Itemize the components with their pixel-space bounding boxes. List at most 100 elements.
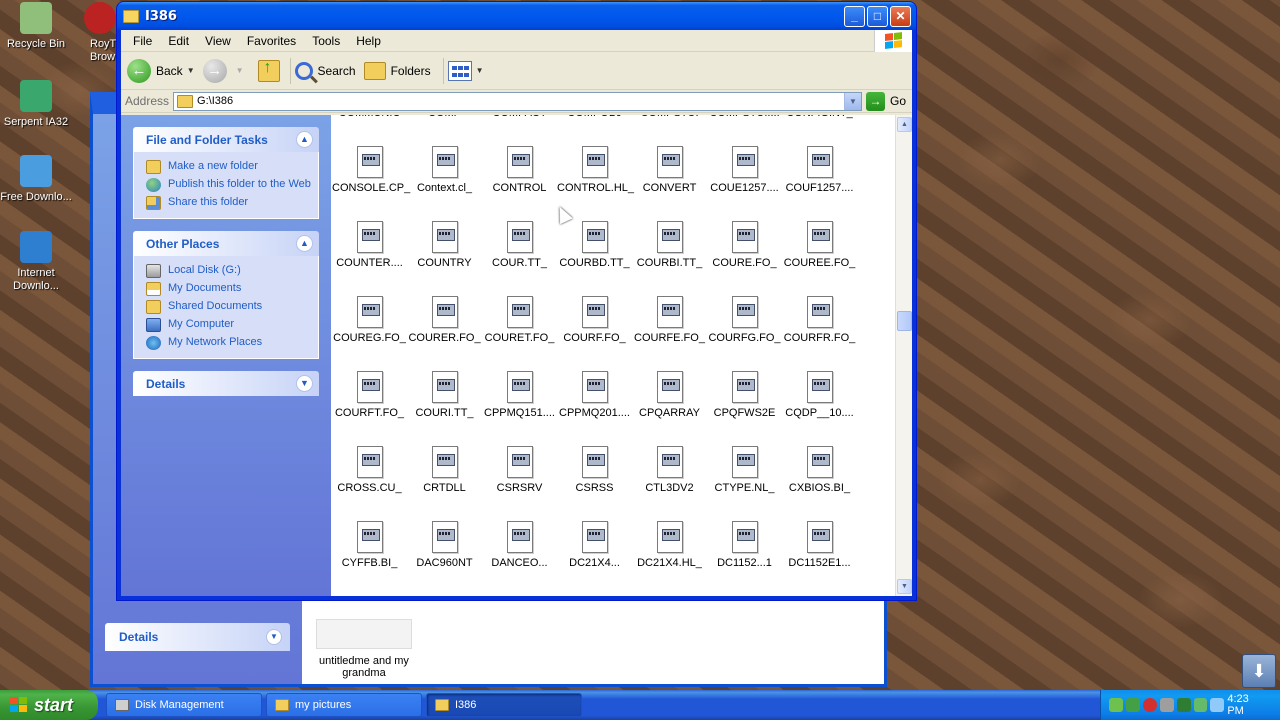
scroll-thumb[interactable] bbox=[897, 311, 912, 331]
scroll-down-button[interactable]: ▼ bbox=[897, 579, 912, 594]
file-item[interactable]: CXBIOS.BI_ bbox=[782, 436, 857, 511]
file-item[interactable]: CPQFWS2E bbox=[707, 361, 782, 436]
security-tray-icon[interactable] bbox=[1142, 698, 1157, 712]
file-item[interactable]: CPPMQ151.... bbox=[482, 361, 557, 436]
publish-folder-link[interactable]: Publish this folder to the Web bbox=[146, 178, 312, 192]
minimize-button[interactable]: _ bbox=[844, 6, 865, 27]
chevron-down-icon[interactable]: ▼ bbox=[266, 629, 282, 645]
file-item[interactable]: COURF.FO_ bbox=[557, 286, 632, 361]
task-my-pictures[interactable]: my pictures bbox=[266, 693, 422, 717]
views-button[interactable]: ▼ bbox=[447, 60, 484, 81]
details-header[interactable]: Details ▼ bbox=[133, 371, 319, 396]
menu-help[interactable]: Help bbox=[348, 34, 389, 48]
menu-view[interactable]: View bbox=[197, 34, 239, 48]
chevron-up-icon[interactable]: ▲ bbox=[296, 131, 313, 148]
menu-tools[interactable]: Tools bbox=[304, 34, 348, 48]
file-item[interactable]: CYFFB.BI_ bbox=[332, 511, 407, 586]
up-folder-button[interactable] bbox=[257, 59, 280, 82]
file-item[interactable]: COURFG.FO_ bbox=[707, 286, 782, 361]
make-new-folder-link[interactable]: Make a new folder bbox=[146, 160, 312, 174]
file-item[interactable]: Context.cl_ bbox=[407, 136, 482, 211]
file-item[interactable]: COUNTER.... bbox=[332, 211, 407, 286]
desktop-icon-serpent[interactable]: Serpent IA32 bbox=[0, 80, 72, 129]
file-item[interactable]: COURET.FO_ bbox=[482, 286, 557, 361]
file-item[interactable]: COUREE.FO_ bbox=[782, 211, 857, 286]
file-item[interactable]: DANCEO... bbox=[482, 511, 557, 586]
task-disk-management[interactable]: Disk Management bbox=[106, 693, 262, 717]
file-item[interactable]: COMMUNIC bbox=[332, 115, 407, 136]
update-tray-icon[interactable] bbox=[1176, 698, 1191, 712]
chevron-down-icon[interactable]: ▼ bbox=[187, 66, 195, 75]
volume-tray-icon[interactable] bbox=[1159, 698, 1174, 712]
address-dropdown-button[interactable]: ▼ bbox=[843, 92, 861, 110]
file-item[interactable]: COURE.FO_ bbox=[707, 211, 782, 286]
scroll-up-button[interactable]: ▲ bbox=[897, 117, 912, 132]
forward-button[interactable]: → ▼ bbox=[202, 58, 244, 83]
maximize-button[interactable]: □ bbox=[867, 6, 888, 27]
file-item[interactable]: COUF1257.... bbox=[782, 136, 857, 211]
shared-documents-link[interactable]: Shared Documents bbox=[146, 300, 312, 314]
file-item[interactable]: CONSOLE.CP_ bbox=[332, 136, 410, 211]
file-item[interactable]: CPPMQ201.... bbox=[557, 361, 632, 436]
file-item[interactable]: COUR.TT_ bbox=[482, 211, 557, 286]
desktop-icon-internet-download[interactable]: Internet Downlo... bbox=[0, 231, 72, 293]
menu-favorites[interactable]: Favorites bbox=[239, 34, 304, 48]
file-item[interactable]: COMP bbox=[407, 115, 482, 136]
file-item[interactable]: COUREG.FO_ bbox=[332, 286, 407, 361]
file-item[interactable]: COMPSTUI bbox=[632, 115, 707, 136]
file-item[interactable]: CSRSS bbox=[557, 436, 632, 511]
address-input[interactable]: G:\I386 ▼ bbox=[173, 91, 862, 111]
my-documents-link[interactable]: My Documents bbox=[146, 282, 312, 296]
file-item[interactable]: COMPACT bbox=[482, 115, 557, 136]
file-item[interactable]: COURFR.FO_ bbox=[782, 286, 857, 361]
display-tray-icon[interactable] bbox=[1210, 698, 1225, 712]
file-item[interactable]: CONTROL.HL_ bbox=[557, 136, 634, 211]
file-item[interactable]: CONFIG.NT_ bbox=[782, 115, 857, 136]
my-network-places-link[interactable]: My Network Places bbox=[146, 336, 312, 350]
file-item[interactable]: CONVERT bbox=[632, 136, 707, 211]
file-item[interactable]: COMPOBJ bbox=[557, 115, 632, 136]
file-item[interactable]: COURER.FO_ bbox=[407, 286, 482, 361]
local-disk-link[interactable]: Local Disk (G:) bbox=[146, 264, 312, 278]
search-button[interactable]: Search bbox=[294, 61, 356, 80]
go-button[interactable]: → Go bbox=[865, 91, 906, 111]
desktop-icon-free-download[interactable]: Free Downlo... bbox=[0, 155, 72, 204]
file-item[interactable]: COUE1257.... bbox=[707, 136, 782, 211]
folders-button[interactable]: Folders bbox=[363, 61, 431, 80]
start-button[interactable]: start bbox=[0, 690, 98, 720]
chevron-down-icon[interactable]: ▼ bbox=[236, 66, 244, 75]
chevron-down-icon[interactable]: ▼ bbox=[296, 375, 313, 392]
file-item[interactable]: CRTDLL bbox=[407, 436, 482, 511]
file-item[interactable]: DC21X4.HL_ bbox=[632, 511, 707, 586]
file-item[interactable]: CTYPE.NL_ bbox=[707, 436, 782, 511]
network-tray-icon[interactable] bbox=[1109, 698, 1123, 712]
chevron-up-icon[interactable]: ▲ bbox=[296, 235, 313, 252]
file-item[interactable]: CPQARRAY bbox=[632, 361, 707, 436]
menu-file[interactable]: File bbox=[125, 34, 160, 48]
background-details-header[interactable]: Details ▼ bbox=[105, 623, 290, 651]
file-item[interactable]: CROSS.CU_ bbox=[332, 436, 407, 511]
my-computer-link[interactable]: My Computer bbox=[146, 318, 312, 332]
file-item[interactable]: CTL3DV2 bbox=[632, 436, 707, 511]
file-item[interactable]: DAC960NT bbox=[407, 511, 482, 586]
file-item[interactable]: DC21X4... bbox=[557, 511, 632, 586]
file-item[interactable]: CONTROL bbox=[482, 136, 557, 211]
file-item[interactable]: CQDP__10.... bbox=[782, 361, 857, 436]
file-item[interactable]: COMPSTUI.... bbox=[707, 115, 782, 136]
file-list[interactable]: COMMUNICCOMPCOMPACTCOMPOBJCOMPSTUICOMPST… bbox=[331, 115, 895, 596]
share-folder-link[interactable]: Share this folder bbox=[146, 196, 312, 210]
file-item[interactable]: DC1152E1... bbox=[782, 511, 857, 586]
task-i386[interactable]: I386 bbox=[426, 693, 582, 717]
file-item[interactable]: COURFT.FO_ bbox=[332, 361, 407, 436]
title-bar[interactable]: I386 _ □ ✕ bbox=[117, 2, 916, 30]
file-item[interactable]: COURI.TT_ bbox=[407, 361, 482, 436]
vertical-scrollbar[interactable]: ▲ ▼ bbox=[895, 115, 912, 596]
desktop-icon-recycle-bin[interactable]: Recycle Bin bbox=[0, 2, 72, 51]
file-item[interactable]: CSRSRV bbox=[482, 436, 557, 511]
file-item[interactable]: COUNTRY bbox=[407, 211, 482, 286]
file-item[interactable]: COURBI.TT_ bbox=[632, 211, 707, 286]
file-item[interactable]: DC1152...1 bbox=[707, 511, 782, 586]
file-folder-tasks-header[interactable]: File and Folder Tasks ▲ bbox=[133, 127, 319, 152]
close-button[interactable]: ✕ bbox=[890, 6, 911, 27]
other-places-header[interactable]: Other Places ▲ bbox=[133, 231, 319, 256]
